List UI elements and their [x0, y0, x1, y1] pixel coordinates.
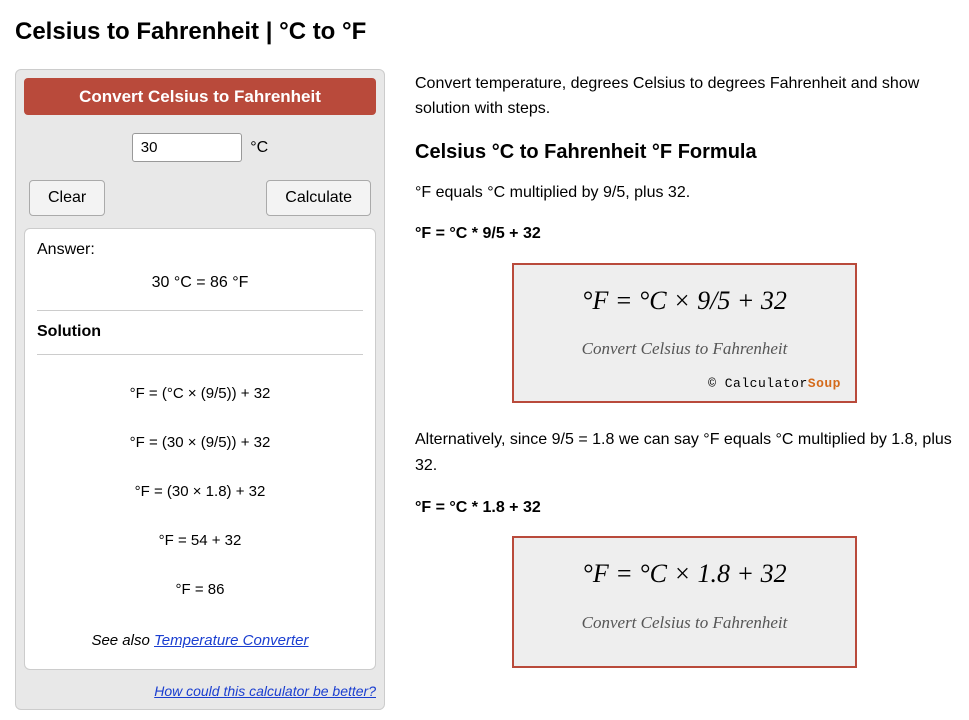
calculator-header: Convert Celsius to Fahrenheit [24, 78, 376, 116]
formula-eq-1: °F = °C * 9/5 + 32 [415, 221, 954, 247]
formula-card-1: °F = °C × 9/5 + 32 Convert Celsius to Fa… [512, 263, 857, 403]
formula-card-main: °F = °C × 1.8 + 32 [528, 556, 841, 592]
brand-label: © CalculatorSoup [528, 375, 841, 393]
formula-card-main: °F = °C × 9/5 + 32 [528, 283, 841, 319]
solution-step: °F = (30 × 1.8) + 32 [37, 481, 363, 502]
formula-card-sub: Convert Celsius to Fahrenheit [528, 611, 841, 635]
answer-value: 30 °C = 86 °F [37, 268, 363, 304]
formula-desc-2: Alternatively, since 9/5 = 1.8 we can sa… [415, 427, 954, 478]
feedback-link[interactable]: How could this calculator be better? [154, 683, 376, 699]
formula-card-sub: Convert Celsius to Fahrenheit [528, 337, 841, 361]
solution-label: Solution [37, 321, 363, 343]
intro-text: Convert temperature, degrees Celsius to … [415, 71, 954, 122]
page-title: Celsius to Fahrenheit | °C to °F [15, 15, 954, 49]
calculator-panel: Convert Celsius to Fahrenheit °C Clear C… [15, 69, 385, 711]
celsius-input[interactable] [132, 133, 242, 162]
unit-label: °C [250, 139, 268, 156]
temperature-converter-link[interactable]: Temperature Converter [154, 632, 309, 649]
formula-heading: Celsius °C to Fahrenheit °F Formula [415, 138, 954, 166]
solution-step: °F = 86 [37, 579, 363, 600]
main-content: Convert temperature, degrees Celsius to … [415, 69, 954, 693]
calculate-button[interactable]: Calculate [266, 180, 371, 216]
solution-step: °F = (°C × (9/5)) + 32 [37, 383, 363, 404]
clear-button[interactable]: Clear [29, 180, 105, 216]
formula-card-2: °F = °C × 1.8 + 32 Convert Celsius to Fa… [512, 536, 857, 668]
formula-eq-2: °F = °C * 1.8 + 32 [415, 495, 954, 521]
answer-box: Answer: 30 °C = 86 °F Solution °F = (°C … [24, 228, 376, 669]
see-also: See also Temperature Converter [37, 630, 363, 651]
solution-step: °F = (30 × (9/5)) + 32 [37, 432, 363, 453]
formula-desc-1: °F equals °C multiplied by 9/5, plus 32. [415, 180, 954, 206]
solution-step: °F = 54 + 32 [37, 530, 363, 551]
answer-label: Answer: [37, 239, 363, 261]
